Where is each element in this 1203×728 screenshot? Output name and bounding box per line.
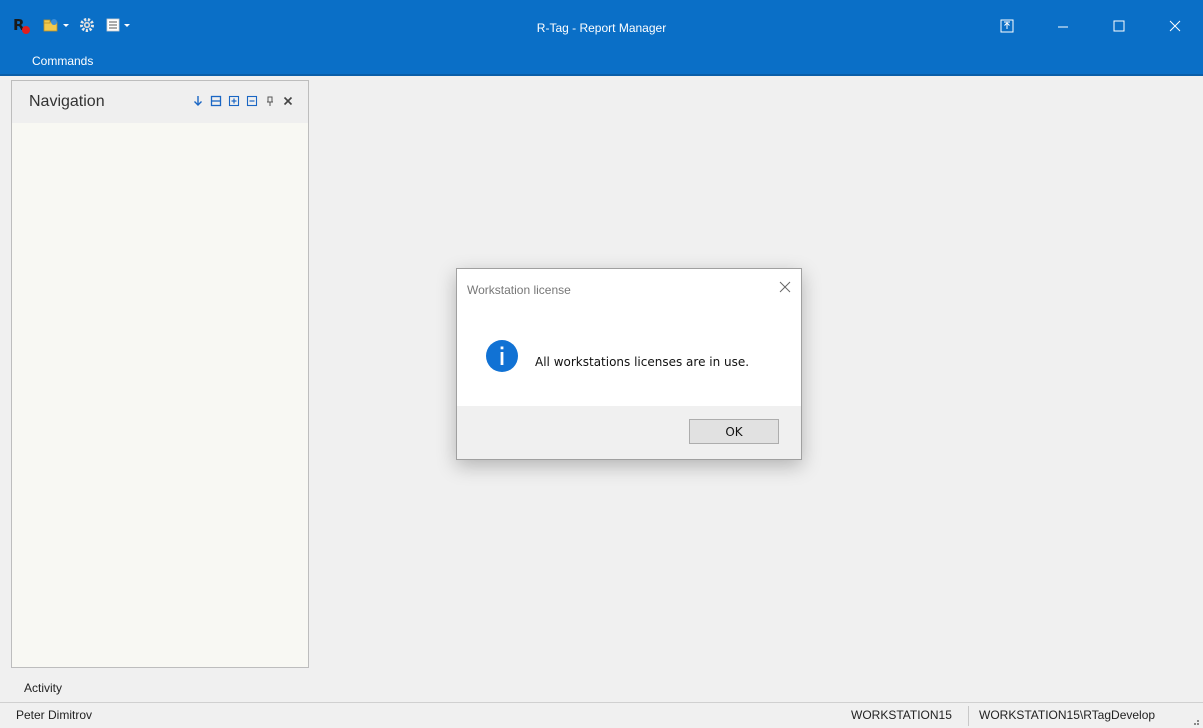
license-dialog: Workstation license All workstations lic… (456, 268, 802, 460)
info-icon (486, 340, 518, 372)
pin-button[interactable] (263, 94, 276, 108)
rtag-logo-icon: R (13, 16, 30, 34)
close-dialog-button[interactable] (777, 279, 793, 295)
status-database: WORKSTATION15\RTagDevelop (979, 708, 1156, 722)
status-workstation: WORKSTATION15 (851, 708, 952, 722)
dialog-title: Workstation license (467, 283, 571, 297)
layout-icon (106, 18, 120, 32)
ribbon-display-icon (1000, 19, 1014, 33)
ribbon-tab-bar: Commands (0, 52, 1203, 76)
dialog-footer: OK (457, 406, 801, 459)
resize-grip-icon[interactable] (1190, 716, 1200, 726)
rtag-logo-button[interactable]: R (12, 14, 32, 36)
settings-button[interactable] (79, 14, 95, 36)
quick-access-toolbar: R (12, 14, 130, 36)
expand-all-icon (228, 95, 239, 107)
window-title: R-Tag - Report Manager (536, 21, 667, 35)
chevron-down-icon (124, 23, 130, 27)
chevron-down-icon (63, 23, 69, 27)
gear-icon (80, 18, 94, 32)
expand-all-button[interactable] (227, 94, 240, 108)
status-divider (968, 706, 969, 726)
ribbon-toggle-button[interactable] (979, 0, 1035, 52)
arrow-down-icon (193, 96, 202, 106)
pin-icon (266, 96, 273, 106)
status-user: Peter Dimitrov (16, 708, 93, 722)
tab-activity[interactable]: Activity (24, 681, 62, 695)
tab-commands[interactable]: Commands (32, 54, 93, 68)
dialog-message: All workstations licenses are in use. (535, 355, 750, 369)
save-button[interactable] (209, 94, 222, 108)
app-window: R R-Tag - Report Manager Commands Naviga… (0, 0, 1203, 728)
minimize-icon (1058, 26, 1068, 28)
maximize-icon (1113, 20, 1125, 32)
close-panel-button[interactable] (281, 94, 294, 108)
collapse-all-button[interactable] (245, 94, 258, 108)
open-button[interactable] (42, 14, 69, 36)
navigation-header: Navigation (12, 81, 308, 123)
maximize-button[interactable] (1091, 0, 1147, 52)
navigation-toolbar (191, 94, 294, 108)
ok-button[interactable]: OK (689, 419, 779, 444)
layout-button[interactable] (105, 14, 130, 36)
sync-button[interactable] (191, 94, 204, 108)
save-icon (210, 95, 221, 107)
close-icon (283, 96, 292, 106)
navigation-title: Navigation (29, 93, 105, 110)
minimize-button[interactable] (1035, 0, 1091, 52)
close-icon (1169, 20, 1181, 32)
open-folder-icon (43, 19, 58, 32)
window-controls (979, 0, 1203, 52)
title-bar: R R-Tag - Report Manager (0, 0, 1203, 52)
navigation-panel: Navigation (11, 80, 309, 668)
status-bar: Peter Dimitrov WORKSTATION15 WORKSTATION… (0, 702, 1203, 728)
close-window-button[interactable] (1147, 0, 1203, 52)
collapse-all-icon (246, 95, 257, 107)
